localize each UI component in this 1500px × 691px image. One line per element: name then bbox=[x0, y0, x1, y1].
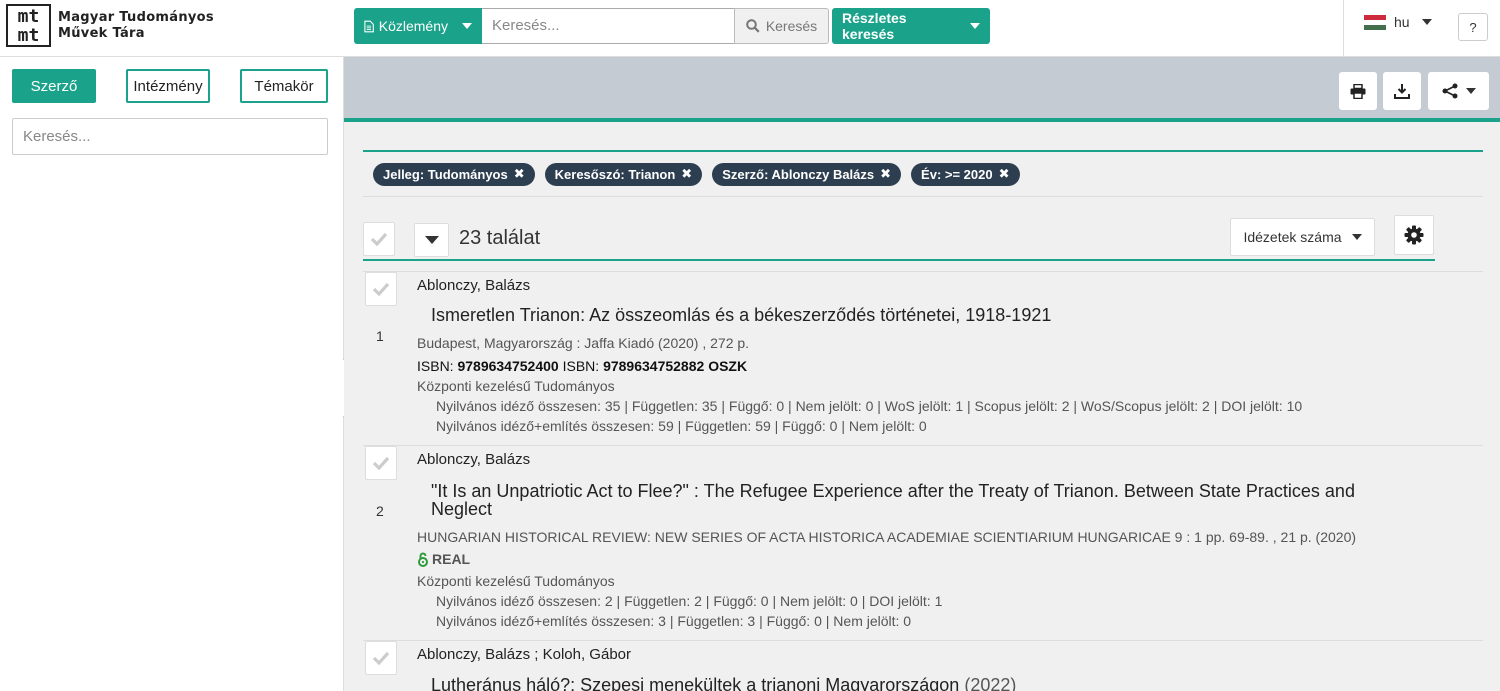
advanced-search-label: Részletes keresés bbox=[842, 10, 907, 42]
share-icon bbox=[1442, 83, 1457, 99]
publication-type-label: Közlemény bbox=[378, 18, 448, 34]
filter-label: Szerző: Ablonczy Balázs bbox=[722, 166, 875, 182]
app-name-line-1: Magyar Tudományos bbox=[58, 10, 214, 25]
isbn-label: ISBN: bbox=[562, 358, 600, 374]
download-button[interactable] bbox=[1383, 72, 1421, 110]
search-button[interactable]: Keresés bbox=[734, 8, 829, 44]
sort-dropdown[interactable]: Idézetek száma bbox=[1230, 218, 1375, 256]
item-category: Központi kezelésű Tudományos bbox=[417, 378, 615, 394]
isbn-value[interactable]: 9789634752400 bbox=[457, 358, 558, 374]
item-checkbox[interactable] bbox=[365, 641, 397, 675]
gear-icon bbox=[1404, 225, 1424, 245]
oszk-link[interactable]: OSZK bbox=[708, 358, 747, 374]
item-title[interactable]: "It Is an Unpatriotic Act to Flee?" : Th… bbox=[431, 482, 1361, 518]
item-title-text: Lutheránus háló?: Szepesi menekültek a t… bbox=[431, 675, 960, 691]
filter-chip[interactable]: Jelleg: Tudományos ✖ bbox=[373, 162, 535, 186]
language-selector[interactable]: hu bbox=[1364, 14, 1432, 30]
divider bbox=[1343, 0, 1344, 57]
check-icon bbox=[372, 651, 390, 665]
top-bar: mt mt Magyar Tudományos Művek Tára Közle… bbox=[0, 0, 1500, 57]
item-title[interactable]: Ismeretlen Trianon: Az összeomlás és a b… bbox=[431, 306, 1361, 324]
real-repository-link[interactable]: REAL bbox=[417, 551, 470, 567]
result-item: 1 Ablonczy, Balázs Ismeretlen Trianon: A… bbox=[363, 271, 1483, 445]
select-all-checkbox[interactable] bbox=[363, 222, 395, 256]
document-icon bbox=[364, 20, 374, 32]
item-checkbox[interactable] bbox=[365, 446, 397, 480]
isbn-label: ISBN: bbox=[417, 358, 454, 374]
result-item: 2 Ablonczy, Balázs "It Is an Unpatriotic… bbox=[363, 445, 1483, 640]
main-content: Jelleg: Tudományos ✖ Keresőszó: Trianon ✖ … bbox=[344, 57, 1500, 691]
logo-line-1: mt bbox=[17, 6, 40, 27]
item-mention-stats: Nyilvános idéző+említés összesen: 59 | F… bbox=[436, 418, 927, 434]
chevron-down-icon bbox=[1421, 19, 1432, 25]
publication-type-dropdown[interactable]: Közlemény bbox=[354, 8, 482, 44]
advanced-search-button[interactable]: Részletes keresés bbox=[832, 8, 990, 44]
item-identifiers: ISBN: 9789634752400 ISBN: 9789634752882 … bbox=[417, 358, 747, 374]
repository-label: REAL bbox=[432, 551, 471, 567]
chevron-down-icon bbox=[970, 23, 980, 29]
app-name[interactable]: Magyar Tudományos Művek Tára bbox=[58, 10, 214, 42]
item-checkbox[interactable] bbox=[365, 272, 397, 306]
settings-button[interactable] bbox=[1394, 215, 1434, 255]
item-category: Központi kezelésű Tudományos bbox=[417, 573, 615, 589]
item-citation-stats: Nyilvános idéző összesen: 2 | Független:… bbox=[436, 593, 943, 609]
chevron-down-icon bbox=[462, 23, 472, 29]
search-button-label: Keresés bbox=[765, 18, 818, 34]
share-button[interactable] bbox=[1428, 72, 1489, 110]
results-header: 23 találat Idézetek száma bbox=[363, 215, 1435, 261]
item-citation-stats: Nyilvános idéző összesen: 35 | Független… bbox=[436, 398, 1303, 414]
print-icon bbox=[1350, 83, 1366, 99]
filter-chip[interactable]: Év: >= 2020 ✖ bbox=[911, 162, 1020, 186]
chevron-down-icon bbox=[424, 236, 439, 244]
item-publisher: Budapest, Magyarország : Jaffa Kiadó (20… bbox=[417, 335, 750, 351]
logo[interactable]: mt mt bbox=[6, 4, 51, 47]
filter-chip[interactable]: Keresőszó: Trianon ✖ bbox=[544, 162, 703, 186]
isbn-value[interactable]: 9789634752882 bbox=[603, 358, 704, 374]
item-number: 2 bbox=[376, 503, 384, 519]
filter-label: Keresőszó: Trianon bbox=[554, 166, 676, 182]
item-title[interactable]: Lutheránus háló?: Szepesi menekültek a t… bbox=[431, 676, 1361, 691]
tab-institution[interactable]: Intézmény bbox=[126, 69, 210, 103]
filter-label: Jelleg: Tudományos bbox=[383, 166, 508, 182]
filter-label: Év: >= 2020 bbox=[921, 166, 993, 182]
item-authors[interactable]: Ablonczy, Balázs bbox=[417, 277, 530, 294]
sidebar: Szerző Intézmény Témakör Keresés... bbox=[0, 57, 344, 691]
open-access-icon bbox=[418, 552, 428, 567]
item-publisher: HUNGARIAN HISTORICAL REVIEW: NEW SERIES … bbox=[417, 529, 1357, 545]
filter-chip[interactable]: Szerző: Ablonczy Balázs ✖ bbox=[712, 162, 902, 186]
check-icon bbox=[372, 282, 390, 296]
check-icon bbox=[370, 232, 388, 246]
search-icon bbox=[746, 19, 760, 33]
tab-author[interactable]: Szerző bbox=[12, 69, 96, 103]
language-label: hu bbox=[1394, 14, 1410, 30]
item-authors[interactable]: Ablonczy, Balázs ; Koloh, Gábor bbox=[417, 646, 631, 663]
item-mention-stats: Nyilvános idéző+említés összesen: 3 | Fü… bbox=[436, 613, 912, 629]
active-filters: Jelleg: Tudományos ✖ Keresőszó: Trianon ✖ … bbox=[363, 150, 1483, 197]
result-count: 23 találat bbox=[459, 227, 541, 249]
item-year: (2022) bbox=[964, 675, 1017, 691]
close-icon[interactable]: ✖ bbox=[999, 166, 1010, 182]
close-icon[interactable]: ✖ bbox=[514, 166, 525, 182]
chevron-down-icon bbox=[1351, 234, 1362, 240]
close-icon[interactable]: ✖ bbox=[880, 166, 891, 182]
tab-topic[interactable]: Témakör bbox=[240, 69, 328, 103]
sidebar-search-input[interactable]: Keresés... bbox=[12, 118, 328, 155]
print-button[interactable] bbox=[1339, 72, 1377, 110]
item-authors[interactable]: Ablonczy, Balázs bbox=[417, 451, 530, 468]
check-icon bbox=[372, 456, 390, 470]
app-name-line-2: Művek Tára bbox=[58, 26, 145, 41]
chevron-down-icon bbox=[1465, 88, 1476, 94]
result-toolbar bbox=[344, 57, 1500, 122]
search-input[interactable]: Keresés... bbox=[482, 8, 735, 44]
download-icon bbox=[1394, 84, 1410, 99]
close-icon[interactable]: ✖ bbox=[681, 166, 692, 182]
flag-hu-icon bbox=[1364, 14, 1386, 30]
sort-label: Idézetek száma bbox=[1243, 229, 1342, 245]
selection-menu-button[interactable] bbox=[414, 223, 449, 257]
logo-line-2: mt bbox=[17, 25, 40, 46]
help-button[interactable]: ? bbox=[1458, 13, 1488, 41]
item-number: 1 bbox=[376, 328, 384, 344]
result-item: Ablonczy, Balázs ; Koloh, Gábor Lutherán… bbox=[363, 640, 1483, 691]
